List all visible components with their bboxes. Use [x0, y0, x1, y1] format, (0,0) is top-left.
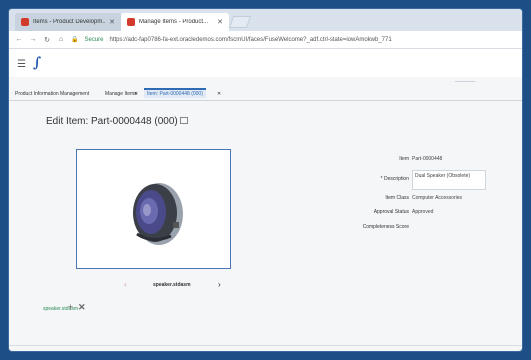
previous-image-icon[interactable]: ‹: [124, 280, 127, 289]
description-value: Dual Speaker (Obsolete): [415, 173, 471, 179]
browser-window: Items - Product Developm... ✕ Manage Ite…: [8, 8, 523, 352]
item-value: Part-0000448: [412, 156, 443, 162]
tab-title: Items - Product Developm...: [33, 19, 106, 25]
logo-mark: ∫: [33, 55, 42, 71]
app-header: ☰ ∫: [9, 49, 522, 77]
breadcrumb: Product Information Management Manage It…: [9, 87, 522, 101]
description-label-text: Description: [383, 176, 409, 182]
tab-title: Manage Items - Product...: [139, 19, 209, 25]
new-tab-button[interactable]: [228, 16, 252, 28]
breadcrumb-pim[interactable]: Product Information Management: [15, 91, 89, 97]
close-icon[interactable]: ✕: [217, 18, 223, 26]
favicon-icon: [21, 18, 29, 26]
page-title-text: Edit Item: Part-0000448 (000): [46, 116, 178, 127]
close-icon[interactable]: ✕: [217, 91, 221, 97]
forward-icon[interactable]: →: [29, 36, 37, 43]
browser-tab-manage-items[interactable]: Manage Items - Product... ✕: [121, 13, 229, 31]
lock-icon: 🔒: [71, 37, 79, 43]
back-icon[interactable]: ←: [15, 36, 23, 43]
image-caption: speaker.stdasm: [153, 282, 191, 288]
approval-status-value: Approved: [412, 209, 434, 215]
tab-bar: Items - Product Developm... ✕ Manage Ite…: [9, 9, 522, 31]
completeness-score-label: Completeness Score: [362, 224, 409, 230]
next-image-icon[interactable]: ›: [218, 280, 221, 289]
item-label: Item: [399, 156, 409, 162]
favicon-icon: [127, 18, 135, 26]
header-divider: [455, 81, 475, 82]
close-icon[interactable]: ✕: [109, 18, 115, 26]
breadcrumb-manage-items[interactable]: Manage Items: [105, 91, 137, 97]
item-image-frame[interactable]: [76, 149, 231, 269]
add-icon[interactable]: +: [68, 302, 73, 312]
close-icon[interactable]: ✕: [134, 91, 138, 97]
menu-icon[interactable]: ☰: [17, 59, 26, 70]
description-label: * Description: [361, 176, 409, 182]
required-marker: *: [380, 176, 383, 182]
approval-status-label: Approval Status: [373, 209, 409, 215]
company-logo: ∫: [33, 54, 57, 74]
url-field[interactable]: https://adc-fap0786-fa-ext.oracledemos.c…: [110, 37, 392, 43]
speaker-icon: [133, 183, 183, 245]
edit-icon[interactable]: [179, 117, 188, 124]
description-field[interactable]: Dual Speaker (Obsolete): [412, 170, 486, 190]
address-bar: ← → ↻ ⌂ 🔒 Secure https://adc-fap0786-fa-…: [9, 31, 522, 49]
item-class-value: Computer Accessories: [412, 195, 463, 201]
secure-label: Secure: [84, 36, 104, 43]
delete-icon[interactable]: ✕: [78, 302, 86, 313]
page-title: Edit Item: Part-0000448 (000): [46, 116, 188, 127]
bottom-tabs: [9, 345, 522, 351]
reload-icon[interactable]: ↻: [43, 36, 51, 44]
item-class-label: Item Class: [385, 195, 409, 201]
home-icon[interactable]: ⌂: [57, 36, 65, 43]
breadcrumb-item[interactable]: Item: Part-0000448 (000): [144, 88, 206, 98]
browser-tab-items[interactable]: Items - Product Developm... ✕: [15, 13, 121, 31]
